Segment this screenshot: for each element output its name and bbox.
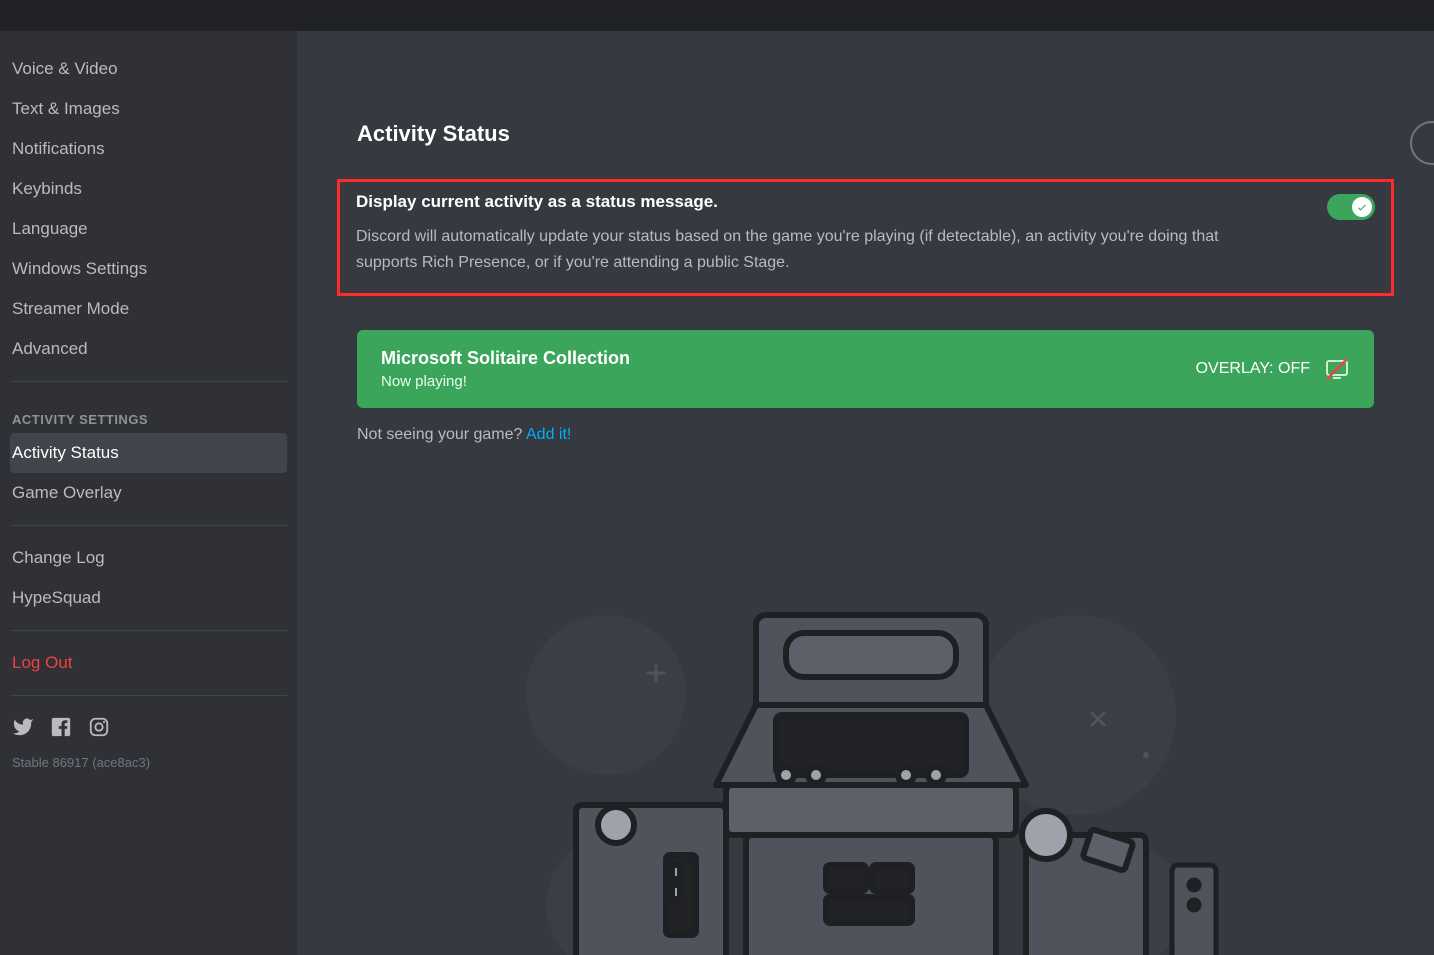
divider bbox=[10, 381, 287, 382]
sidebar-item-windows-settings[interactable]: Windows Settings bbox=[10, 249, 287, 289]
toggle-knob bbox=[1352, 197, 1372, 217]
arcade-illustration bbox=[486, 575, 1246, 955]
close-button[interactable] bbox=[1410, 121, 1434, 165]
toggle-description: Discord will automatically update your s… bbox=[356, 224, 1276, 275]
window-titlebar bbox=[0, 0, 1434, 31]
overlay-status-label: OVERLAY: OFF bbox=[1196, 360, 1310, 378]
sidebar-item-text-images[interactable]: Text & Images bbox=[10, 89, 287, 129]
sidebar-item-notifications[interactable]: Notifications bbox=[10, 129, 287, 169]
sidebar-item-advanced[interactable]: Advanced bbox=[10, 329, 287, 369]
sidebar-header-activity: ACTIVITY SETTINGS bbox=[10, 394, 287, 433]
add-game-link[interactable]: Add it! bbox=[526, 426, 571, 443]
sidebar-item-streamer-mode[interactable]: Streamer Mode bbox=[10, 289, 287, 329]
highlight-annotation: Display current activity as a status mes… bbox=[337, 179, 1394, 296]
now-playing-card: Microsoft Solitaire Collection Now playi… bbox=[357, 330, 1374, 408]
settings-sidebar: Voice & Video Text & Images Notification… bbox=[0, 31, 297, 955]
page-title: Activity Status bbox=[357, 121, 1374, 147]
facebook-icon[interactable] bbox=[50, 716, 72, 743]
sidebar-item-voice-video[interactable]: Voice & Video bbox=[10, 49, 287, 89]
divider bbox=[10, 630, 287, 631]
sidebar-item-hypesquad[interactable]: HypeSquad bbox=[10, 578, 287, 618]
sidebar-item-change-log[interactable]: Change Log bbox=[10, 538, 287, 578]
game-status: Now playing! bbox=[381, 373, 630, 390]
sidebar-item-keybinds[interactable]: Keybinds bbox=[10, 169, 287, 209]
toggle-label: Display current activity as a status mes… bbox=[356, 192, 1276, 212]
overlay-toggle-icon[interactable] bbox=[1324, 356, 1350, 382]
version-text: Stable 86917 (ace8ac3) bbox=[10, 755, 287, 770]
add-game-prompt: Not seeing your game? Add it! bbox=[357, 426, 1374, 444]
twitter-icon[interactable] bbox=[12, 716, 34, 743]
divider bbox=[10, 525, 287, 526]
game-name[interactable]: Microsoft Solitaire Collection bbox=[381, 348, 630, 369]
sidebar-item-activity-status[interactable]: Activity Status bbox=[10, 433, 287, 473]
instagram-icon[interactable] bbox=[88, 716, 110, 743]
settings-content: Activity Status Display current activity… bbox=[297, 31, 1434, 955]
sidebar-item-language[interactable]: Language bbox=[10, 209, 287, 249]
sidebar-item-game-overlay[interactable]: Game Overlay bbox=[10, 473, 287, 513]
activity-status-toggle[interactable] bbox=[1327, 194, 1375, 220]
divider bbox=[10, 695, 287, 696]
sidebar-item-log-out[interactable]: Log Out bbox=[10, 643, 287, 683]
